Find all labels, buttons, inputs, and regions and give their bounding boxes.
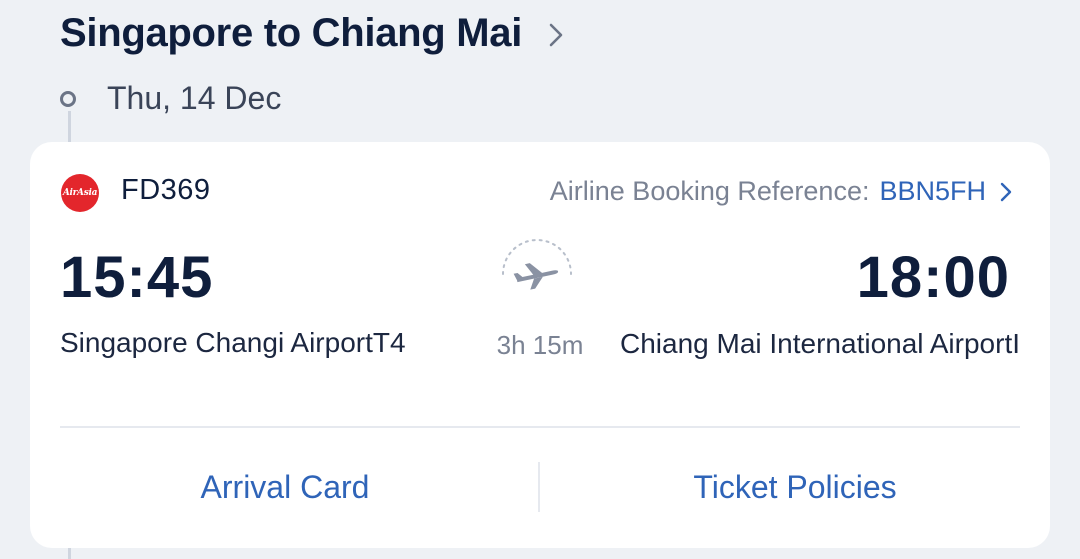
arrival-time: 18:00 bbox=[856, 245, 1010, 310]
plane-icon bbox=[502, 239, 572, 290]
chevron-right-icon bbox=[549, 23, 563, 47]
departure-time: 15:45 bbox=[60, 245, 214, 310]
booking-reference-link[interactable]: Airline Booking Reference: BBN5FH bbox=[550, 176, 1012, 207]
flight-number: FD369 bbox=[121, 174, 211, 206]
card-divider bbox=[60, 426, 1020, 428]
flight-duration: 3h 15m bbox=[496, 330, 584, 360]
booking-reference-value[interactable]: BBN5FH bbox=[879, 176, 986, 207]
flight-date: Thu, 14 Dec bbox=[107, 80, 282, 116]
departure-airport: Singapore Changi AirportT4 bbox=[60, 327, 406, 358]
timeline-line-bottom bbox=[68, 548, 71, 559]
flight-card: AirAsia FD369 Airline Booking Reference:… bbox=[30, 142, 1050, 548]
action-divider bbox=[538, 462, 540, 512]
airline-logo-text: AirAsia bbox=[62, 188, 98, 198]
arrival-card-button[interactable]: Arrival Card bbox=[45, 437, 525, 537]
timeline-line bbox=[68, 111, 71, 145]
timeline-dot-icon bbox=[60, 91, 76, 107]
route-title[interactable]: Singapore to Chiang Mai bbox=[60, 6, 564, 60]
route-title-text: Singapore to Chiang Mai bbox=[60, 10, 523, 55]
airline-logo: AirAsia bbox=[61, 174, 99, 212]
arrival-airport: Chiang Mai International AirportI bbox=[620, 328, 1020, 359]
booking-reference-label: Airline Booking Reference: bbox=[549, 176, 870, 206]
chevron-right-icon bbox=[1000, 182, 1012, 201]
ticket-policies-button[interactable]: Ticket Policies bbox=[555, 437, 1035, 537]
